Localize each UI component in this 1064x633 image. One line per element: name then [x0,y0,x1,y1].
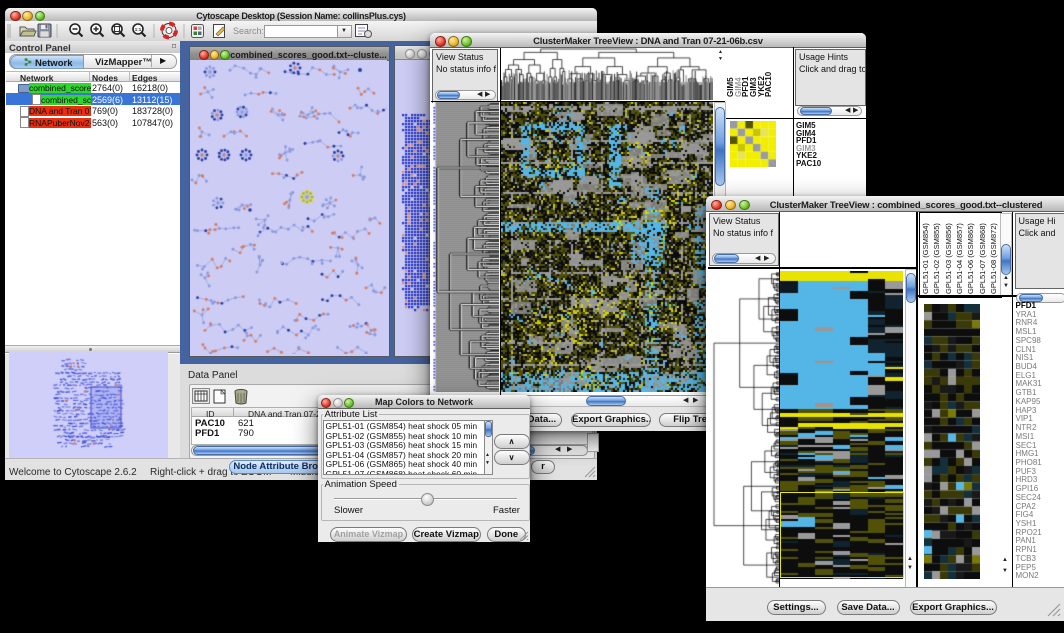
svg-text:1:1: 1:1 [135,27,142,32]
